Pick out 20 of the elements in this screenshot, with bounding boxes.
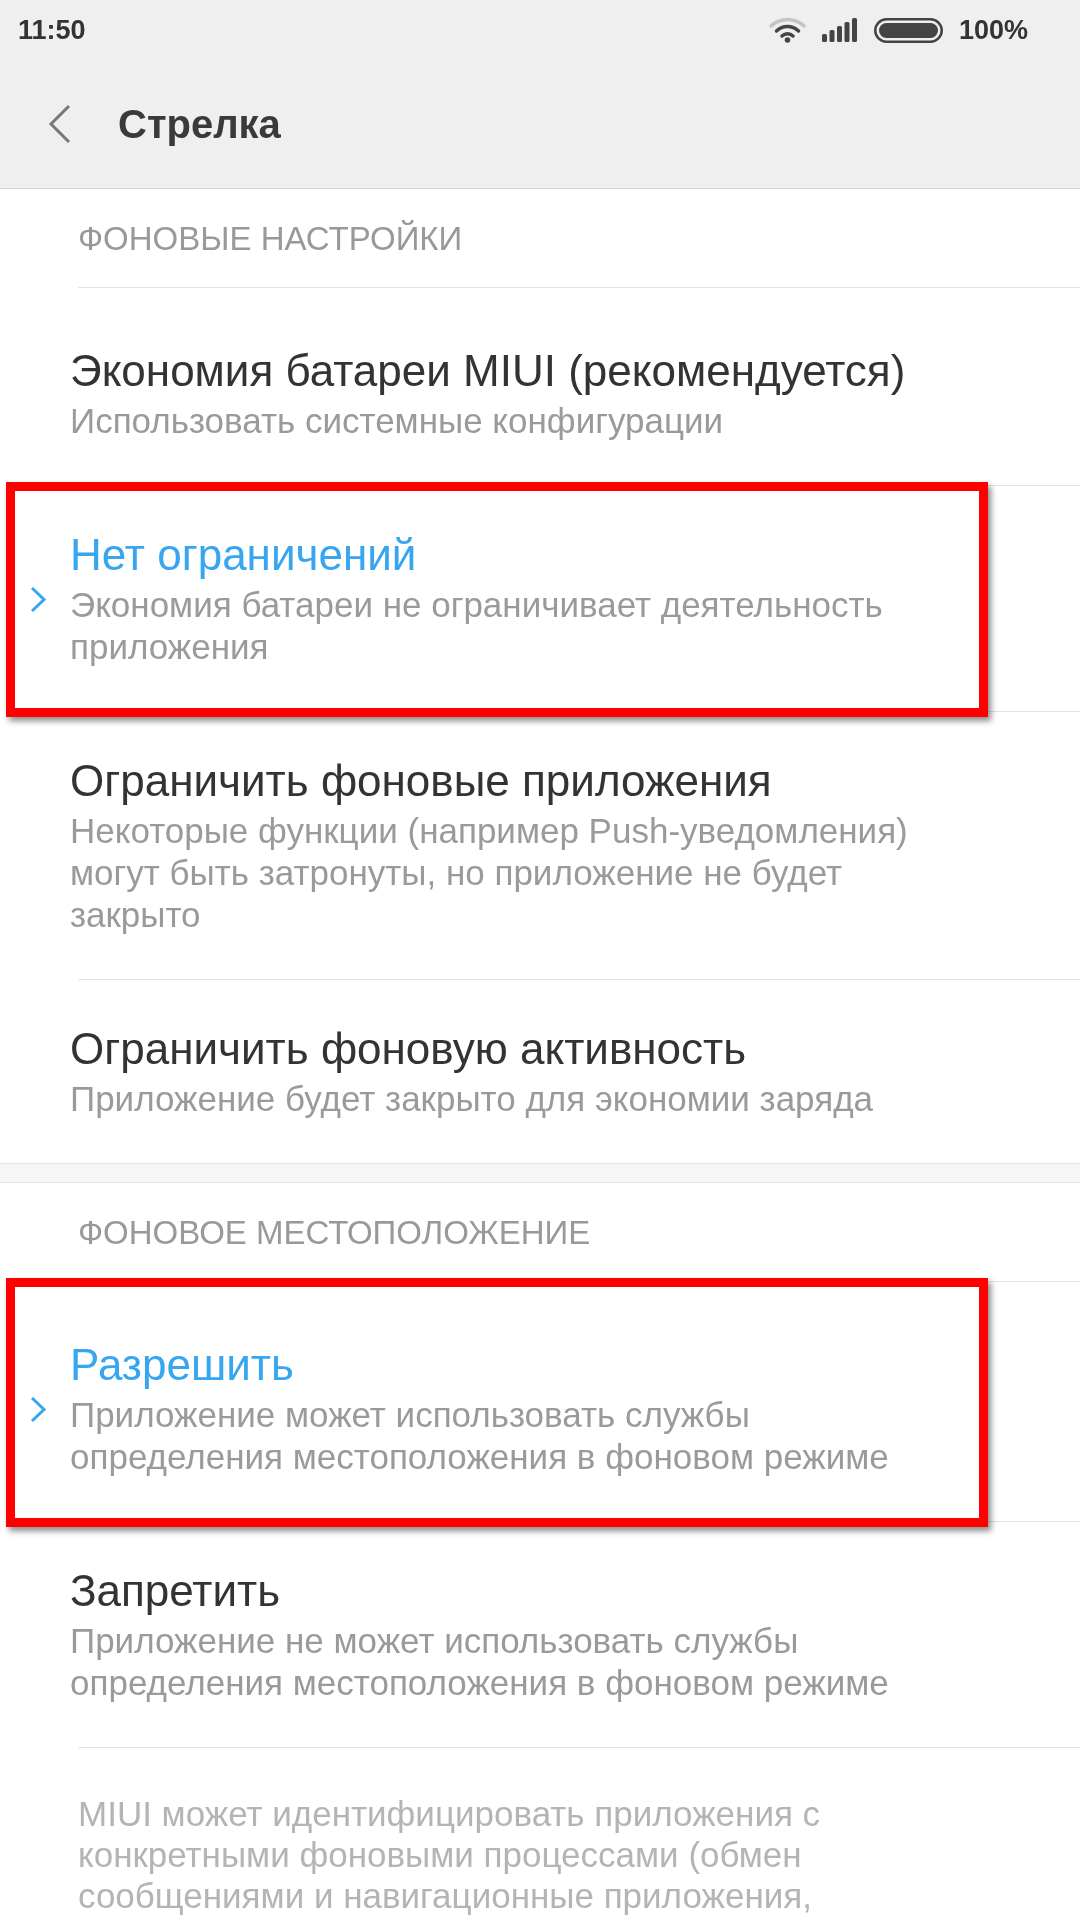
option-description: Приложение может использовать службы определения местоположения в фоновом режиме [70, 1394, 890, 1478]
footer-note: MIUI может идентифицировать приложения с конкретными фоновыми процессами (обмен сообщениями и навигационные приложения, [77, 1793, 822, 1916]
back-icon[interactable] [48, 104, 72, 144]
option-title[interactable]: Запретить [70, 1566, 940, 1616]
option-description: Экономия батареи не ограничивает деятельность приложения [70, 584, 884, 668]
option-title[interactable]: Ограничить фоновые приложения [70, 756, 940, 806]
page-title: Стрелка [118, 101, 281, 147]
wifi-icon [768, 17, 806, 43]
battery-percent: 100% [958, 14, 1028, 46]
option-description: Использовать системные конфигурации [70, 400, 725, 442]
option-title[interactable]: Ограничить фоновую активность [70, 1024, 940, 1074]
section-header: ФОНОВОЕ МЕСТОПОЛОЖЕНИЕ [77, 1213, 592, 1253]
battery-icon [873, 17, 943, 43]
option-description: Некоторые функции (например Push-уведомления) могут быть затронуты, но приложение не будет закрыто [70, 810, 909, 936]
signal-icon [821, 18, 858, 42]
option-description: Приложение не может использовать службы определения местоположения в фоновом режиме [70, 1620, 890, 1704]
status-time: 11:50 [18, 14, 86, 46]
section-header: ФОНОВЫЕ НАСТРОЙКИ [77, 219, 464, 259]
option-title[interactable]: Экономия батареи MIUI (рекомендуется) [70, 346, 940, 396]
option-description: Приложение будет закрыто для экономии заряда [70, 1078, 875, 1120]
